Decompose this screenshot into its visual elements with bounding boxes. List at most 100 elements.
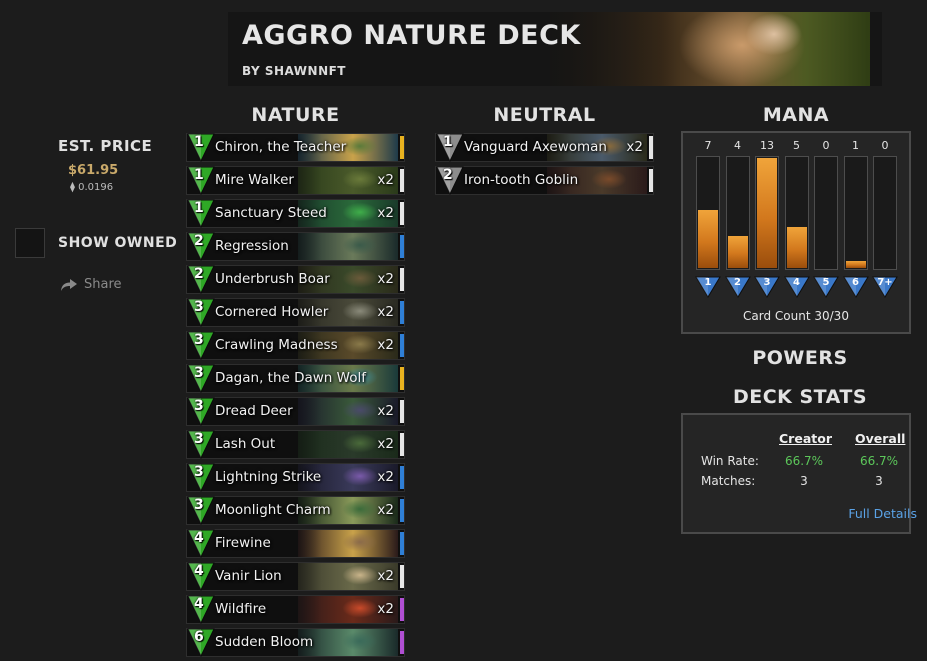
rarity-stripe [400, 169, 404, 192]
rarity-stripe [400, 400, 404, 423]
neutral-section-heading: NEUTRAL [493, 104, 596, 126]
mana-bar-count: 4 [734, 139, 741, 152]
card-cost: 1 [194, 134, 204, 150]
card-cost: 3 [194, 497, 204, 513]
card-cost: 1 [194, 167, 204, 183]
card-name: Chiron, the Teacher [215, 139, 347, 155]
rarity-stripe [400, 301, 404, 324]
est-price-label: EST. PRICE [58, 137, 153, 155]
card-quantity: x2 [377, 469, 394, 485]
card-cost: 3 [194, 431, 204, 447]
card-name: Dread Deer [215, 403, 293, 419]
neutral-card-list: 1 Vanguard Axewoman x2 2 Iron-tooth Goblin [435, 133, 654, 199]
card-cost: 3 [194, 299, 204, 315]
card-name: Sudden Bloom [215, 634, 314, 650]
rarity-stripe [400, 631, 404, 654]
nature-card-row[interactable]: 4 Vanir Lion x2 [186, 562, 405, 591]
card-name: Iron-tooth Goblin [464, 172, 579, 188]
card-cost: 3 [194, 332, 204, 348]
est-price-usd: $61.95 [68, 163, 119, 178]
rarity-stripe [400, 433, 404, 456]
deck-stats-panel: Creator Overall Win Rate: Matches: 66.7%… [681, 413, 917, 534]
card-quantity: x2 [377, 337, 394, 353]
mana-bar-count: 0 [822, 139, 830, 152]
card-quantity: x2 [377, 436, 394, 452]
card-quantity: x2 [377, 172, 394, 188]
rarity-stripe [400, 334, 404, 357]
card-quantity: x2 [377, 568, 394, 584]
nature-card-row[interactable]: 3 Dagan, the Dawn Wolf [186, 364, 405, 393]
show-owned-label[interactable]: SHOW OWNED [58, 235, 177, 251]
card-count: Card Count 30/30 [743, 309, 849, 323]
nature-card-row[interactable]: 1 Mire Walker x2 [186, 166, 405, 195]
nature-card-row[interactable]: 3 Lash Out x2 [186, 430, 405, 459]
nature-card-row[interactable]: 3 Moonlight Charm x2 [186, 496, 405, 525]
mana-bar-fill [786, 227, 807, 268]
mana-bar-track [843, 156, 868, 270]
mana-bar-track [784, 156, 809, 270]
mana-bar-fill [698, 210, 718, 268]
rarity-stripe [400, 499, 404, 522]
overall-matches: 3 [875, 474, 883, 488]
creator-matches: 3 [800, 474, 808, 488]
rarity-stripe [400, 598, 404, 621]
nature-card-row[interactable]: 4 Wildfire x2 [186, 595, 405, 624]
card-name: Regression [215, 238, 289, 254]
mana-bar-track [873, 156, 897, 270]
card-quantity: x2 [626, 139, 643, 155]
nature-card-row[interactable]: 1 Sanctuary Steed x2 [186, 199, 405, 228]
mana-section-heading: MANA [762, 104, 830, 126]
rarity-stripe [649, 169, 653, 192]
share-icon [60, 278, 78, 292]
card-name: Mire Walker [215, 172, 294, 188]
est-price-eth: ⧫ 0.0196 [70, 182, 114, 193]
nature-card-row[interactable]: 3 Cornered Howler x2 [186, 298, 405, 327]
card-name: Vanir Lion [215, 568, 282, 584]
card-name: Lash Out [215, 436, 276, 452]
overall-column-header: Overall [855, 431, 906, 446]
mana-cost-label: 5 [822, 277, 830, 288]
mana-cost-label: 6 [852, 277, 859, 288]
nature-card-row[interactable]: 2 Underbrush Boar x2 [186, 265, 405, 294]
card-cost: 3 [194, 365, 204, 381]
card-name: Moonlight Charm [215, 502, 331, 518]
overall-win-rate: 66.7% [859, 454, 899, 468]
nature-card-row[interactable]: 1 Chiron, the Teacher [186, 133, 405, 162]
nature-card-row[interactable]: 4 Firewine [186, 529, 405, 558]
nature-card-row[interactable]: 3 Dread Deer x2 [186, 397, 405, 426]
card-quantity: x2 [377, 601, 394, 617]
mana-cost-label: 2 [734, 277, 741, 288]
mana-bar-fill [845, 261, 866, 268]
neutral-card-row[interactable]: 2 Iron-tooth Goblin [435, 166, 654, 195]
card-cost: 6 [194, 629, 204, 645]
full-details-link[interactable]: Full Details [848, 506, 917, 521]
card-quantity: x2 [377, 304, 394, 320]
rarity-stripe [400, 136, 404, 159]
card-cost: 2 [194, 233, 204, 249]
card-quantity: x2 [377, 502, 394, 518]
card-name: Wildfire [215, 601, 267, 617]
rarity-stripe [649, 136, 653, 159]
card-quantity: x2 [377, 271, 394, 287]
deck-author[interactable]: BY SHAWNNFT [242, 64, 346, 78]
share-button[interactable]: Share [60, 277, 122, 292]
nature-card-row[interactable]: 3 Crawling Madness x2 [186, 331, 405, 360]
mana-bar-track [696, 156, 720, 270]
mana-curve-panel: 7 1 4 2 13 3 5 4 0 5 1 6 0 7+ Card Count 30/30 [681, 131, 911, 334]
card-name: Sanctuary Steed [215, 205, 327, 221]
card-quantity: x2 [377, 403, 394, 419]
rarity-stripe [400, 532, 404, 555]
nature-card-row[interactable]: 2 Regression [186, 232, 405, 261]
mana-bar-fill [757, 158, 777, 268]
neutral-card-row[interactable]: 1 Vanguard Axewoman x2 [435, 133, 654, 162]
nature-card-list: 1 Chiron, the Teacher 1 Mire Walker x2 1 Sanct… [186, 133, 405, 661]
card-cost: 4 [194, 563, 204, 579]
card-name: Firewine [215, 535, 271, 551]
mana-bar-track [814, 156, 838, 270]
deck-header: AGGRO NATURE DECK BY SHAWNNFT [228, 12, 882, 86]
rarity-stripe [400, 367, 404, 390]
card-cost: 1 [194, 200, 204, 216]
nature-card-row[interactable]: 3 Lightning Strike x2 [186, 463, 405, 492]
show-owned-checkbox[interactable] [15, 228, 45, 258]
nature-card-row[interactable]: 6 Sudden Bloom [186, 628, 405, 657]
